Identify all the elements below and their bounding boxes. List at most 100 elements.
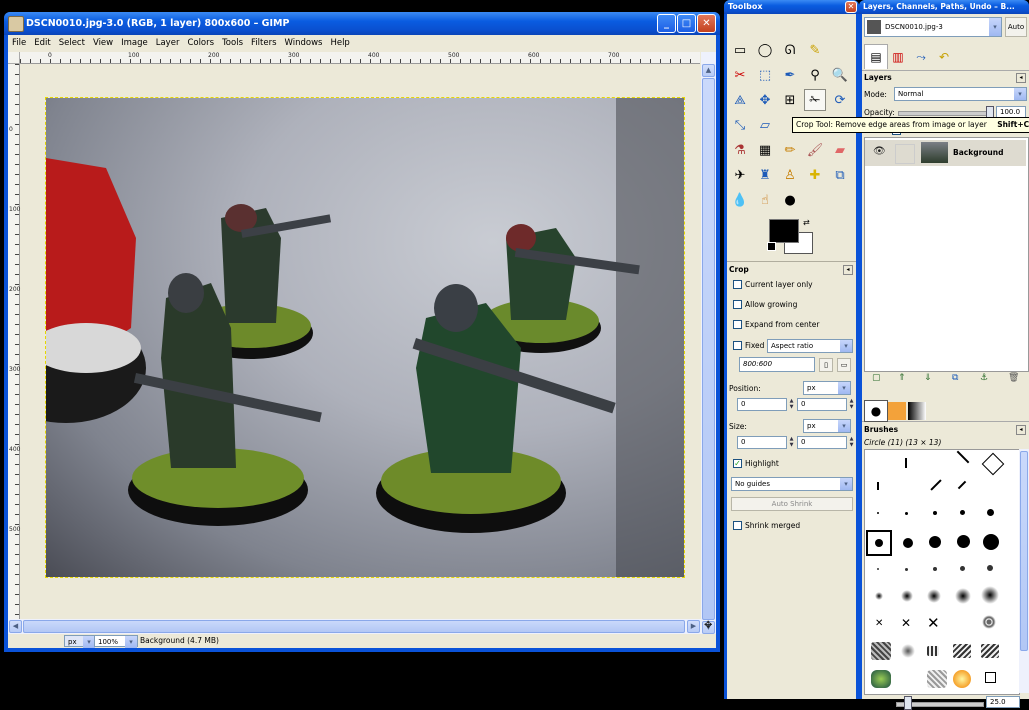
layer-row-background[interactable]: 👁 Background bbox=[865, 140, 1026, 166]
size-height-stepper[interactable]: ▲ ▼ bbox=[848, 436, 855, 449]
brush-item[interactable] bbox=[877, 512, 879, 514]
expand-from-center-checkbox[interactable] bbox=[733, 320, 742, 329]
tool-options-menu-icon[interactable]: ◂ bbox=[843, 265, 853, 275]
tab-brushes[interactable]: ● bbox=[864, 400, 888, 422]
menu-edit[interactable]: Edit bbox=[30, 35, 54, 52]
brush-item[interactable] bbox=[905, 512, 908, 515]
toolbox-title-bar[interactable]: Toolbox ✕ bbox=[724, 0, 859, 14]
crop-icon[interactable]: ✁ bbox=[804, 89, 826, 111]
brush-item[interactable] bbox=[927, 589, 941, 603]
raise-layer-icon[interactable]: ⇑ bbox=[898, 373, 906, 383]
perspective-clone-icon[interactable]: ⧉ bbox=[829, 164, 851, 186]
fuzzy-select-icon[interactable]: ✎ bbox=[804, 39, 826, 61]
brush-item[interactable] bbox=[981, 452, 1005, 476]
size-width-stepper[interactable]: ▲ ▼ bbox=[788, 436, 795, 449]
scale-icon[interactable]: ⤡ bbox=[729, 114, 751, 136]
rect-select-icon[interactable]: ▭ bbox=[729, 39, 751, 61]
brush-item[interactable] bbox=[901, 590, 913, 602]
heal-icon[interactable]: ✚ bbox=[804, 164, 826, 186]
paintbrush-icon[interactable]: 🖌 bbox=[804, 139, 826, 161]
guides-select[interactable]: No guides ▾ bbox=[731, 477, 853, 491]
menu-colors[interactable]: Colors bbox=[183, 35, 218, 52]
brush-item[interactable] bbox=[929, 536, 941, 548]
lasso-icon[interactable]: ᘏ bbox=[779, 39, 801, 61]
brush-item[interactable] bbox=[930, 479, 942, 491]
clone-icon[interactable]: ♙ bbox=[779, 164, 801, 186]
tab-undo[interactable]: ↶ bbox=[933, 46, 955, 68]
menu-windows[interactable]: Windows bbox=[281, 35, 327, 52]
tab-layers[interactable]: ▤ bbox=[864, 44, 888, 69]
tab-paths[interactable]: ⤳ bbox=[910, 46, 932, 68]
smudge-icon[interactable]: ☝ bbox=[754, 189, 776, 211]
ruler-corner[interactable] bbox=[8, 52, 20, 64]
opacity-slider[interactable] bbox=[898, 111, 990, 116]
menu-layer[interactable]: Layer bbox=[152, 35, 184, 52]
brush-item[interactable] bbox=[927, 646, 939, 656]
brush-item[interactable] bbox=[903, 538, 913, 548]
brush-item[interactable]: ✕ bbox=[875, 618, 883, 629]
brush-item[interactable] bbox=[905, 458, 907, 468]
align-icon[interactable]: ⊞ bbox=[779, 89, 801, 111]
blur-icon[interactable]: 💧 bbox=[729, 189, 751, 211]
scroll-left-button[interactable]: ◀ bbox=[9, 620, 22, 633]
scissors-icon[interactable]: ⬚ bbox=[754, 64, 776, 86]
brush-item[interactable] bbox=[877, 482, 879, 490]
portrait-landscape-button[interactable]: ▭ bbox=[837, 358, 851, 372]
position-x-stepper[interactable]: ▲ ▼ bbox=[788, 398, 795, 411]
brush-item[interactable] bbox=[875, 592, 883, 600]
image-canvas[interactable] bbox=[45, 97, 685, 578]
menu-help[interactable]: Help bbox=[326, 35, 353, 52]
foreground-color-swatch[interactable] bbox=[769, 219, 799, 243]
brush-item[interactable] bbox=[905, 568, 908, 571]
vertical-scrollbar[interactable]: ▲ ▼ bbox=[701, 52, 716, 634]
brush-grid-scroll-thumb[interactable] bbox=[1020, 451, 1028, 651]
brush-item[interactable] bbox=[955, 588, 971, 604]
menu-view[interactable]: View bbox=[89, 35, 117, 52]
brush-item[interactable] bbox=[871, 670, 891, 688]
brush-item[interactable]: ✕ bbox=[901, 616, 911, 630]
layer-chain-icon[interactable] bbox=[895, 144, 915, 164]
image-window-title-bar[interactable]: DSCN0010.jpg-3.0 (RGB, 1 layer) 800x600 … bbox=[4, 12, 720, 35]
eraser-icon[interactable]: ▰ bbox=[829, 139, 851, 161]
shear-icon[interactable]: ▱ bbox=[754, 114, 776, 136]
paths-icon[interactable]: ⚲ bbox=[804, 64, 826, 86]
shrink-merged-checkbox[interactable] bbox=[733, 521, 742, 530]
brush-item[interactable] bbox=[871, 642, 891, 660]
brush-item[interactable] bbox=[933, 511, 937, 515]
unit-select[interactable]: px ▾ bbox=[64, 635, 96, 648]
blend-icon[interactable]: ▦ bbox=[754, 139, 776, 161]
minimize-button[interactable]: _ bbox=[657, 14, 676, 33]
brushes-menu-icon[interactable]: ◂ bbox=[1016, 425, 1026, 435]
rotate-icon[interactable]: ⟳ bbox=[829, 89, 851, 111]
clear-ratio-button[interactable]: ▯ bbox=[819, 358, 833, 372]
brush-item[interactable] bbox=[981, 644, 999, 658]
measure-icon[interactable]: ⟁ bbox=[729, 89, 751, 111]
brush-item[interactable] bbox=[933, 567, 937, 571]
menu-image[interactable]: Image bbox=[117, 35, 152, 52]
brush-item[interactable] bbox=[927, 670, 947, 688]
brush-item[interactable] bbox=[957, 480, 967, 490]
brush-item[interactable] bbox=[877, 568, 879, 570]
zoom-select[interactable]: 100% ▾ bbox=[94, 635, 138, 648]
brush-item[interactable] bbox=[957, 535, 970, 548]
default-colors-icon[interactable] bbox=[767, 242, 776, 251]
brush-grid-scrollbar[interactable] bbox=[1019, 449, 1029, 693]
horizontal-scrollbar[interactable]: ◀ ▶ bbox=[8, 619, 701, 634]
airbrush-icon[interactable]: ✈ bbox=[729, 164, 751, 186]
scroll-up-button[interactable]: ▲ bbox=[702, 64, 715, 77]
spacing-input[interactable]: 25.0 bbox=[986, 696, 1020, 708]
highlight-checkbox[interactable]: ✓ bbox=[733, 459, 742, 468]
brush-item[interactable] bbox=[901, 644, 915, 658]
flip-icon[interactable]: ⚗ bbox=[729, 139, 751, 161]
aspect-ratio-input[interactable]: 800:600 bbox=[739, 357, 815, 372]
brush-item[interactable] bbox=[953, 670, 971, 688]
layer-mode-select[interactable]: Normal ▾ bbox=[894, 87, 1027, 101]
position-unit-select[interactable]: px ▾ bbox=[803, 381, 851, 395]
zoom-icon[interactable]: 🔍 bbox=[829, 64, 851, 86]
spacing-slider-handle[interactable] bbox=[904, 696, 912, 710]
horizontal-ruler[interactable]: 0 100 200 300 400 500 600 700 bbox=[20, 52, 700, 64]
menu-file[interactable]: File bbox=[8, 35, 30, 52]
brush-item[interactable] bbox=[981, 586, 999, 604]
brush-item[interactable] bbox=[960, 566, 965, 571]
allow-growing-checkbox[interactable] bbox=[733, 300, 742, 309]
